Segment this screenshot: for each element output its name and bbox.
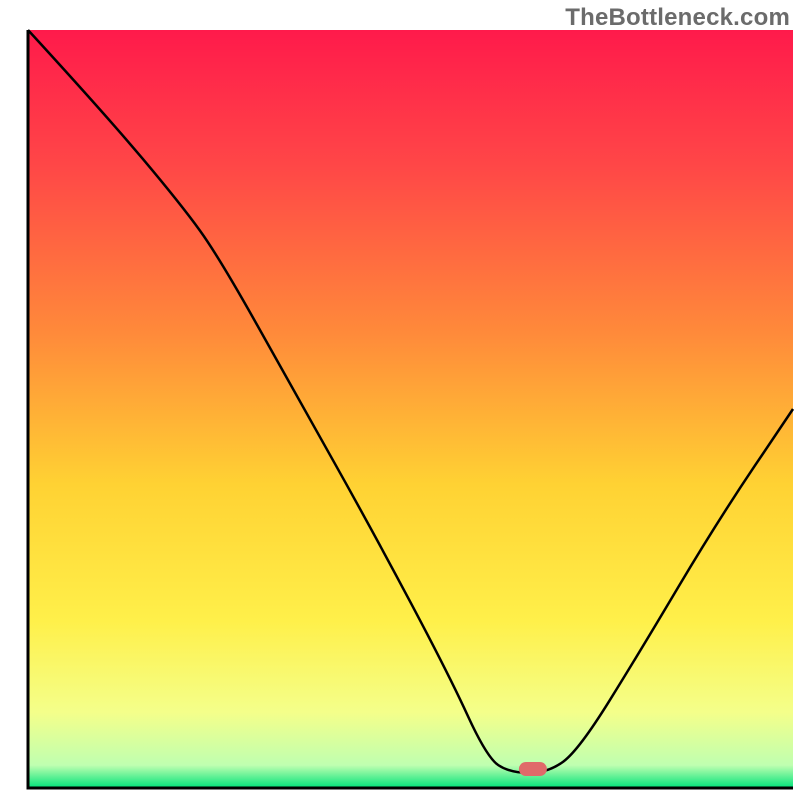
optimal-marker (519, 762, 547, 776)
plot-background (28, 30, 793, 788)
chart-container: TheBottleneck.com (0, 0, 800, 800)
bottleneck-chart (0, 0, 800, 800)
